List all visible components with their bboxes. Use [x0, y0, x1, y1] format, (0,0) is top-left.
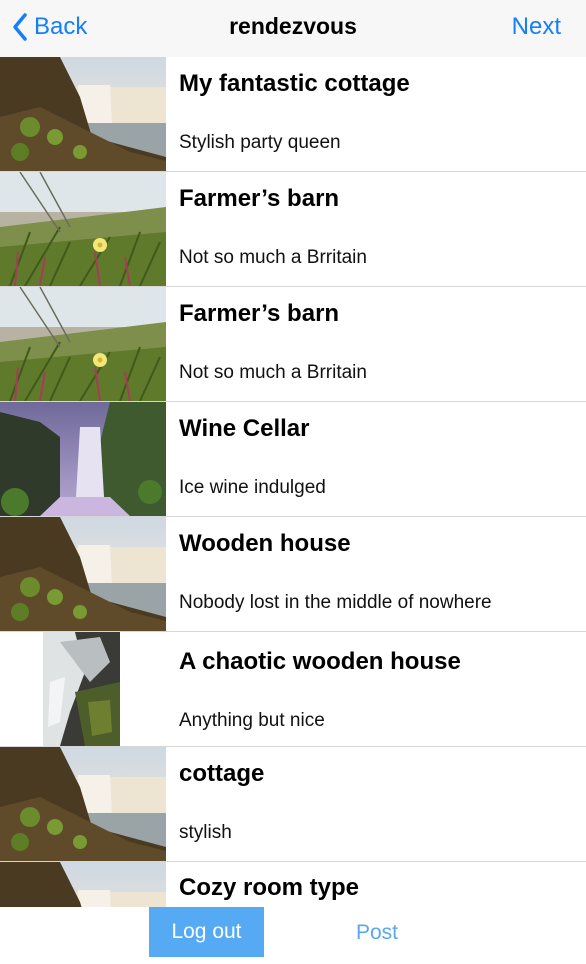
- post-button[interactable]: Post: [356, 921, 398, 945]
- navigation-bar: Back rendezvous Next: [0, 0, 586, 57]
- logout-button[interactable]: Log out: [149, 907, 264, 957]
- page-title: rendezvous: [229, 13, 357, 39]
- item-title: Wine Cellar: [179, 415, 310, 442]
- list-item[interactable]: A chaotic wooden house Anything but nice: [0, 632, 586, 747]
- item-title: A chaotic wooden house: [179, 648, 461, 675]
- thumbnail-stream-rocks: [0, 632, 166, 746]
- list-item[interactable]: Cozy room type: [0, 862, 586, 907]
- screen: Back rendezvous Next My fantastic cottag…: [0, 0, 586, 964]
- item-subtitle: Anything but nice: [179, 710, 325, 731]
- item-subtitle: Nobody lost in the middle of nowhere: [179, 592, 492, 613]
- item-subtitle: Not so much a Brritain: [179, 247, 367, 268]
- thumbnail-waterfall-cliff: [0, 517, 166, 631]
- thumbnail-grass-flower: [0, 287, 166, 401]
- item-subtitle: Ice wine indulged: [179, 477, 326, 498]
- item-subtitle: stylish: [179, 822, 232, 843]
- item-subtitle: Not so much a Brritain: [179, 362, 367, 383]
- item-subtitle: Stylish party queen: [179, 132, 341, 153]
- next-button[interactable]: Next: [512, 13, 561, 41]
- item-title: Wooden house: [179, 530, 351, 557]
- list-item[interactable]: cottage stylish: [0, 747, 586, 862]
- item-title: Farmer’s barn: [179, 300, 340, 327]
- thumbnail-waterfall-cliff: [0, 862, 166, 907]
- list-item[interactable]: Wine Cellar Ice wine indulged: [0, 402, 586, 517]
- list-item[interactable]: Wooden house Nobody lost in the middle o…: [0, 517, 586, 632]
- item-title: My fantastic cottage: [179, 70, 410, 97]
- thumbnail-waterfall-cliff: [0, 57, 166, 171]
- thumbnail-waterfall-cliff: [0, 747, 166, 861]
- item-list[interactable]: My fantastic cottage Stylish party queen: [0, 57, 586, 907]
- item-title: Cozy room type: [179, 874, 360, 901]
- thumbnail-grass-flower: [0, 172, 166, 286]
- list-item[interactable]: Farmer’s barn Not so much a Brritain: [0, 172, 586, 287]
- list-item[interactable]: Farmer’s barn Not so much a Brritain: [0, 287, 586, 402]
- bottom-toolbar: Log out Post: [0, 907, 586, 964]
- list-item[interactable]: My fantastic cottage Stylish party queen: [0, 57, 586, 172]
- thumbnail-waterfall-purple: [0, 402, 166, 516]
- item-title: Farmer’s barn: [179, 185, 340, 212]
- item-title: cottage: [179, 760, 265, 787]
